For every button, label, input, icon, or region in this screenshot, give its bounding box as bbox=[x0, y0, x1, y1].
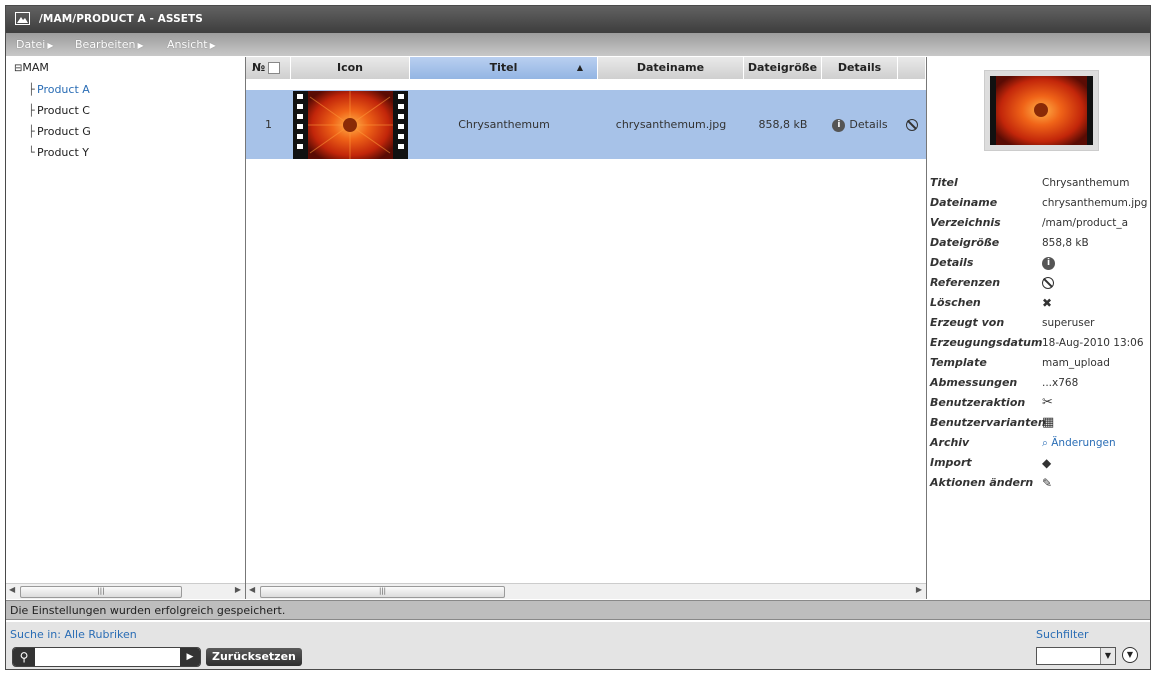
column-nr[interactable]: № bbox=[246, 57, 291, 79]
status-bar: Die Einstellungen wurden erfolgreich ges… bbox=[6, 600, 1150, 620]
select-all-checkbox[interactable] bbox=[268, 62, 281, 74]
search-box: ⚲ ▶ bbox=[12, 647, 201, 667]
prop-archiv: Archiv ⌕ Änderungen bbox=[930, 436, 1116, 449]
title-bar: /MAM/PRODUCT A - ASSETS bbox=[6, 6, 1150, 33]
user-variants-icon[interactable]: ▦ bbox=[1042, 413, 1054, 433]
tree-item-label: Product C bbox=[37, 104, 90, 117]
archive-changes-link[interactable]: Änderungen bbox=[1051, 437, 1115, 449]
info-icon[interactable]: i bbox=[1042, 256, 1055, 270]
column-details[interactable]: Details bbox=[822, 57, 898, 79]
row-references[interactable] bbox=[898, 90, 926, 159]
menu-bearbeiten[interactable]: Bearbeiten ▶ bbox=[75, 38, 144, 51]
search-scope-link[interactable]: Suche in: Alle Rubriken bbox=[10, 628, 137, 641]
tree-item-label: Product Y bbox=[37, 146, 89, 159]
folder-tree: ⊟MAM ├ Product A ├ Product C ├ Product G… bbox=[6, 57, 246, 599]
row-groesse: 858,8 kB bbox=[758, 118, 808, 131]
prop-benutzeraktion: Benutzeraktion ✂ bbox=[930, 393, 1150, 413]
tree-item-product-g[interactable]: ├ Product G bbox=[6, 121, 245, 142]
search-bar: Suche in: Alle Rubriken ⚲ ▶ Zurücksetzen… bbox=[6, 622, 1150, 669]
prop-aktionen: Aktionen ändern ✎ bbox=[930, 473, 1150, 493]
tree-item-product-c[interactable]: ├ Product C bbox=[6, 100, 245, 121]
tree-horizontal-scrollbar[interactable]: ◀ ||| ▶ bbox=[6, 583, 245, 599]
search-filter-label: Suchfilter bbox=[1036, 628, 1089, 641]
properties-panel: Titel Chrysanthemum Dateiname chrysanthe… bbox=[927, 57, 1150, 599]
search-input[interactable] bbox=[35, 648, 178, 666]
row-titel: Chrysanthemum bbox=[458, 118, 550, 131]
menu-datei[interactable]: Datei ▶ bbox=[16, 38, 54, 51]
user-action-icon[interactable]: ✂ bbox=[1042, 393, 1053, 413]
tree-item-label: Product G bbox=[37, 125, 91, 138]
search-go-icon[interactable]: ▶ bbox=[180, 648, 200, 666]
prop-referenzen: Referenzen bbox=[930, 273, 1150, 293]
column-extra bbox=[898, 57, 926, 79]
column-titel[interactable]: Titel ▲ bbox=[410, 57, 598, 79]
prop-details: Details i bbox=[930, 253, 1150, 273]
tree-item-product-a[interactable]: ├ Product A bbox=[6, 79, 245, 100]
scroll-left-icon[interactable]: ◀ bbox=[9, 585, 15, 594]
chevron-down-icon[interactable]: ▼ bbox=[1100, 648, 1115, 664]
no-entry-icon[interactable] bbox=[1042, 277, 1054, 289]
scroll-left-icon[interactable]: ◀ bbox=[249, 585, 255, 594]
prop-benutzervarianten: Benutzervarianten ▦ bbox=[930, 413, 1150, 433]
scroll-right-icon[interactable]: ▶ bbox=[235, 585, 241, 594]
prop-import: Import ◆ bbox=[930, 453, 1150, 473]
brush-icon[interactable]: ✎ bbox=[1042, 473, 1052, 493]
preview-thumbnail bbox=[984, 70, 1099, 151]
scroll-right-icon[interactable]: ▶ bbox=[916, 585, 922, 594]
no-entry-icon[interactable] bbox=[906, 119, 918, 131]
sort-ascending-icon: ▲ bbox=[576, 63, 583, 72]
column-icon[interactable]: Icon bbox=[291, 57, 410, 79]
prop-titel: Titel Chrysanthemum bbox=[930, 176, 1130, 189]
import-icon[interactable]: ◆ bbox=[1042, 453, 1051, 473]
scroll-thumb[interactable]: ||| bbox=[20, 586, 182, 598]
prop-erzeugt-von: Erzeugt von superuser bbox=[930, 316, 1095, 329]
expand-circle-icon[interactable]: ▼ bbox=[1122, 647, 1138, 663]
grid-horizontal-scrollbar[interactable]: ◀ ||| ▶ bbox=[246, 583, 926, 599]
search-filter-select[interactable]: ▼ bbox=[1036, 647, 1116, 665]
tree-root-label: MAM bbox=[22, 61, 49, 74]
window-title: /MAM/PRODUCT A - ASSETS bbox=[39, 13, 203, 25]
row-dateiname: chrysanthemum.jpg bbox=[615, 118, 727, 131]
assets-window: /MAM/PRODUCT A - ASSETS Datei ▶ Bearbeite… bbox=[5, 5, 1151, 670]
tree-item-label: Product A bbox=[37, 83, 90, 96]
scroll-thumb[interactable]: ||| bbox=[260, 586, 505, 598]
column-dateiname[interactable]: Dateiname bbox=[598, 57, 744, 79]
film-thumbnail[interactable] bbox=[293, 91, 408, 159]
table-row[interactable]: 1 Chrysanthemum chrysanthemum.jpg 858,8 … bbox=[246, 90, 926, 159]
menu-ansicht[interactable]: Ansicht ▶ bbox=[167, 38, 216, 51]
tree-item-product-y[interactable]: └ Product Y bbox=[6, 142, 245, 163]
menu-bar: Datei ▶ Bearbeiten ▶ Ansicht ▶ bbox=[6, 33, 1150, 56]
prop-dateiname: Dateiname chrysanthemum.jpg bbox=[930, 196, 1148, 209]
prop-loeschen: Löschen ✖ bbox=[930, 293, 1150, 313]
row-nr: 1 bbox=[265, 118, 272, 131]
search-icon[interactable]: ⚲ bbox=[13, 648, 35, 666]
row-details-button[interactable]: i Details bbox=[822, 90, 898, 159]
archive-search-icon[interactable]: ⌕ bbox=[1042, 437, 1048, 449]
close-icon[interactable]: ✖ bbox=[1042, 293, 1052, 313]
column-groesse[interactable]: Dateigröße bbox=[744, 57, 822, 79]
tree-root[interactable]: ⊟MAM bbox=[6, 57, 245, 78]
image-icon bbox=[15, 12, 30, 25]
prop-erzeugungsdatum: Erzeugungsdatum 18-Aug-2010 13:06 bbox=[930, 336, 1144, 349]
prop-template: Template mam_upload bbox=[930, 356, 1110, 369]
asset-grid: № Icon Titel ▲ Dateiname Dateigröße Deta… bbox=[246, 57, 927, 599]
prop-groesse: Dateigröße 858,8 kB bbox=[930, 236, 1089, 249]
info-icon[interactable]: i bbox=[832, 118, 846, 132]
grid-header: № Icon Titel ▲ Dateiname Dateigröße Deta… bbox=[246, 57, 926, 79]
reset-button[interactable]: Zurücksetzen bbox=[206, 648, 302, 666]
prop-abmessungen: Abmessungen ...x768 bbox=[930, 376, 1079, 389]
prop-verzeichnis: Verzeichnis /mam/product_a bbox=[930, 216, 1129, 229]
flower-image bbox=[308, 91, 393, 159]
